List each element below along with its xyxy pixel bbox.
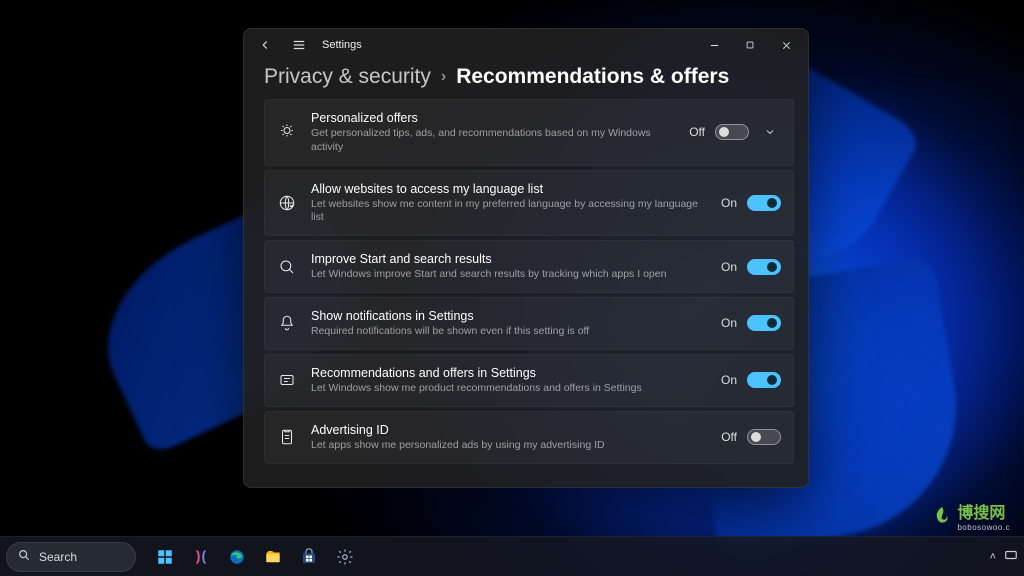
search-icon (17, 548, 31, 565)
watermark: 博搜网 bobosowoo.c (931, 499, 1010, 532)
toggle-state-label: On (721, 260, 737, 274)
toggle-switch[interactable] (715, 124, 749, 140)
setting-description: Let Windows show me product recommendati… (311, 382, 707, 396)
setting-control: On (721, 315, 781, 331)
tray-network-icon[interactable] (1004, 548, 1018, 565)
toggle-state-label: Off (721, 430, 737, 444)
toggle-state-label: On (721, 373, 737, 387)
setting-row[interactable]: Recommendations and offers in SettingsLe… (264, 354, 794, 407)
taskbar-search[interactable]: Search (6, 542, 136, 572)
setting-text: Advertising IDLet apps show me personali… (311, 422, 707, 453)
setting-control: On (721, 195, 781, 211)
taskbar-edge-button[interactable] (220, 540, 254, 574)
toggle-state-label: On (721, 196, 737, 210)
setting-icon (277, 427, 297, 447)
settings-window: Settings Privacy & security › Recommenda… (243, 28, 809, 488)
toggle-switch[interactable] (747, 429, 781, 445)
watermark-text: 博搜网 (957, 499, 1010, 523)
taskbar-start-button[interactable] (148, 540, 182, 574)
setting-title: Allow websites to access my language lis… (311, 181, 707, 197)
titlebar: Settings (244, 29, 808, 61)
toggle-state-label: Off (689, 125, 705, 139)
setting-description: Let apps show me personalized ads by usi… (311, 439, 707, 453)
toggle-switch[interactable] (747, 372, 781, 388)
watermark-sub: bobosowoo.c (957, 523, 1010, 532)
toggle-state-label: On (721, 316, 737, 330)
setting-control: On (721, 372, 781, 388)
setting-row[interactable]: Advertising IDLet apps show me personali… (264, 411, 794, 464)
setting-icon (277, 257, 297, 277)
taskbar-settings-button[interactable] (328, 540, 362, 574)
settings-list: Personalized offersGet personalized tips… (244, 99, 808, 487)
setting-text: Personalized offersGet personalized tips… (311, 110, 675, 155)
expand-chevron-icon[interactable] (759, 121, 781, 143)
setting-title: Show notifications in Settings (311, 308, 707, 324)
setting-title: Recommendations and offers in Settings (311, 365, 707, 381)
setting-description: Let Windows improve Start and search res… (311, 268, 707, 282)
nav-menu-button[interactable] (284, 31, 314, 59)
search-placeholder: Search (39, 550, 77, 564)
setting-row[interactable]: Improve Start and search resultsLet Wind… (264, 240, 794, 293)
setting-title: Personalized offers (311, 110, 675, 126)
setting-text: Recommendations and offers in SettingsLe… (311, 365, 707, 396)
setting-title: Improve Start and search results (311, 251, 707, 267)
setting-icon (277, 370, 297, 390)
taskbar-store-button[interactable] (292, 540, 326, 574)
toggle-switch[interactable] (747, 195, 781, 211)
setting-text: Improve Start and search resultsLet Wind… (311, 251, 707, 282)
close-button[interactable] (768, 31, 804, 59)
setting-row[interactable]: Show notifications in SettingsRequired n… (264, 297, 794, 350)
minimize-button[interactable] (696, 31, 732, 59)
setting-icon (277, 313, 297, 333)
breadcrumb-parent[interactable]: Privacy & security (264, 65, 431, 89)
taskbar-explorer-button[interactable] (256, 540, 290, 574)
setting-icon (277, 122, 297, 142)
chevron-right-icon: › (441, 68, 446, 86)
back-button[interactable] (250, 31, 280, 59)
system-tray[interactable]: ˄ (990, 548, 1018, 565)
breadcrumb: Privacy & security › Recommendations & o… (244, 61, 808, 99)
setting-description: Let websites show me content in my prefe… (311, 198, 707, 225)
setting-control: Off (689, 121, 781, 143)
setting-text: Allow websites to access my language lis… (311, 181, 707, 226)
setting-row[interactable]: Personalized offersGet personalized tips… (264, 99, 794, 166)
setting-icon (277, 193, 297, 213)
taskbar: Search ˄ (0, 536, 1024, 576)
maximize-button[interactable] (732, 31, 768, 59)
setting-description: Get personalized tips, ads, and recommen… (311, 127, 675, 154)
setting-control: On (721, 259, 781, 275)
setting-control: Off (721, 429, 781, 445)
setting-row[interactable]: Allow websites to access my language lis… (264, 170, 794, 237)
page-title: Recommendations & offers (456, 65, 729, 89)
toggle-switch[interactable] (747, 259, 781, 275)
setting-title: Advertising ID (311, 422, 707, 438)
window-title: Settings (322, 39, 362, 51)
setting-description: Required notifications will be shown eve… (311, 325, 707, 339)
taskbar-copilot-button[interactable] (184, 540, 218, 574)
toggle-switch[interactable] (747, 315, 781, 331)
tray-chevron-icon[interactable]: ˄ (990, 551, 996, 563)
setting-text: Show notifications in SettingsRequired n… (311, 308, 707, 339)
